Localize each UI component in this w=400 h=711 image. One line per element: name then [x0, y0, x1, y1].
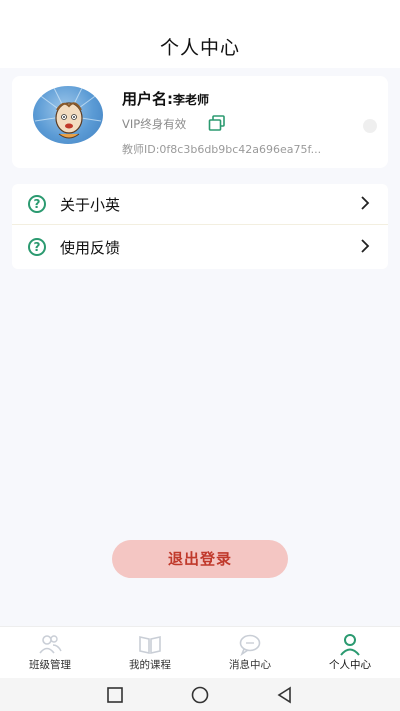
avatar-cartoon-icon: [34, 86, 102, 139]
users-icon: [39, 635, 62, 654]
status-bar: [0, 0, 400, 28]
bottom-nav: 班级管理 我的课程 消息中心 个人中心: [0, 626, 400, 679]
back-icon[interactable]: [275, 685, 295, 705]
username: 用户名:李老师: [122, 88, 209, 109]
question-circle-icon: ?: [28, 195, 46, 213]
user-icon: [340, 634, 360, 656]
teacher-id: 教师ID:0f8c3b6db9bc42a696ea75f...: [122, 143, 322, 156]
chevron-right-icon: [361, 239, 370, 253]
page-title: 个人中心: [0, 28, 400, 68]
menu-item-label: 关于小英: [60, 196, 121, 214]
menu-item-label: 使用反馈: [60, 239, 121, 257]
recent-apps-icon[interactable]: [105, 685, 125, 705]
question-circle-icon: ?: [28, 238, 46, 256]
tab-label: 消息中心: [229, 659, 271, 671]
tab-message-center[interactable]: 消息中心: [200, 627, 300, 679]
tab-personal-center[interactable]: 个人中心: [300, 627, 400, 679]
username-label: 用户名:: [122, 90, 173, 108]
home-icon[interactable]: [190, 685, 210, 705]
chat-bubble-icon: [239, 634, 261, 656]
logout-button[interactable]: 退出登录: [112, 540, 288, 578]
chevron-right-icon: [361, 196, 370, 210]
username-value: 李老师: [173, 93, 210, 107]
chevron-right-icon: [363, 119, 377, 133]
menu-list: ? 关于小英 ? 使用反馈: [12, 184, 388, 269]
avatar[interactable]: [33, 86, 103, 144]
tab-class-management[interactable]: 班级管理: [0, 627, 100, 679]
menu-item-feedback[interactable]: ? 使用反馈: [12, 227, 388, 267]
tab-label: 班级管理: [29, 659, 71, 671]
menu-item-about[interactable]: ? 关于小英: [12, 184, 388, 225]
tab-label: 个人中心: [329, 659, 371, 671]
book-icon: [139, 636, 161, 654]
tab-label: 我的课程: [129, 659, 171, 671]
tab-my-courses[interactable]: 我的课程: [100, 627, 200, 679]
copy-icon[interactable]: [208, 115, 226, 131]
system-navigation-bar: [0, 678, 400, 711]
profile-card[interactable]: 用户名:李老师 VIP终身有效 教师ID:0f8c3b6db9bc42a696e…: [12, 76, 388, 168]
vip-status: VIP终身有效: [122, 117, 187, 131]
